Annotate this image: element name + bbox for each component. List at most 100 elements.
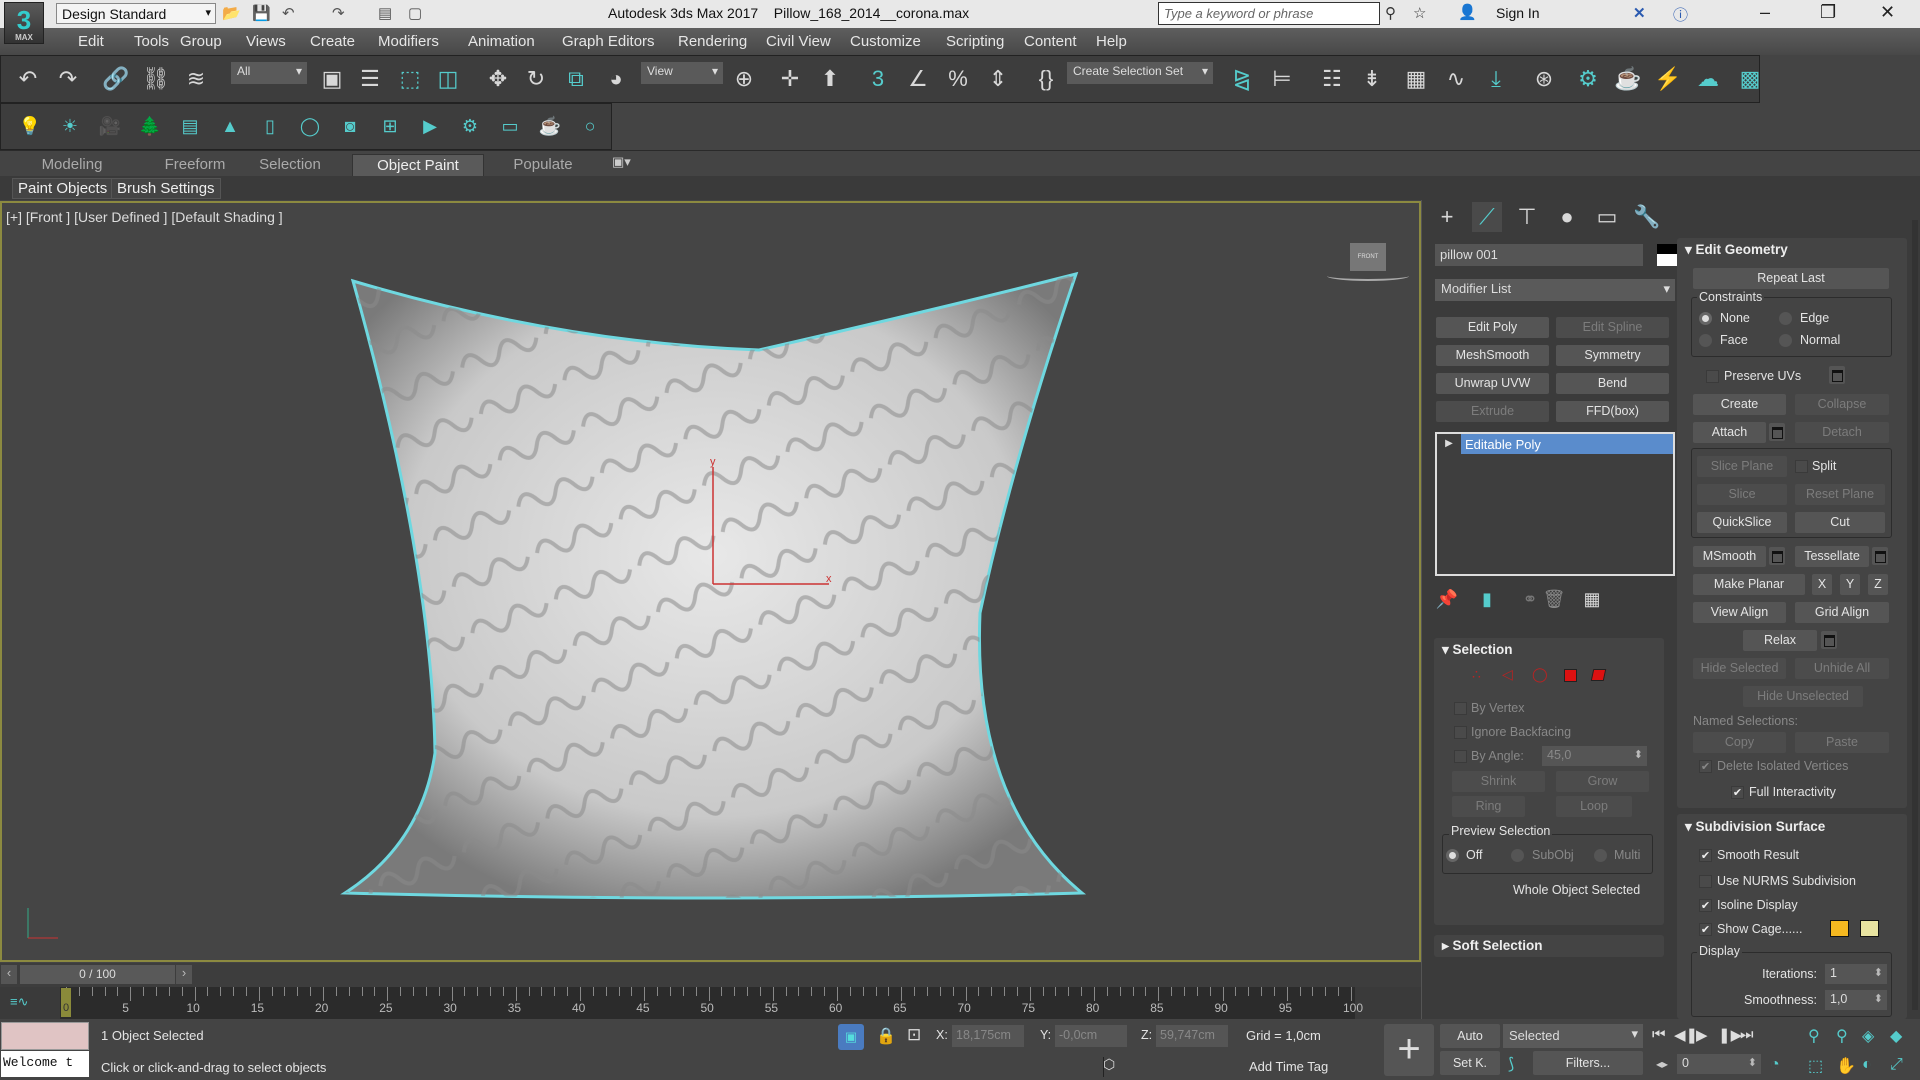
curve-editor-icon[interactable]: ∿ xyxy=(1441,64,1471,94)
previous-frame-button[interactable]: ‹ xyxy=(1,965,17,984)
ribbon-tab-selection[interactable]: Selection xyxy=(230,154,350,177)
make-planar-y-button[interactable]: Y xyxy=(1840,574,1860,595)
lights-icon[interactable]: 💡 xyxy=(15,111,45,141)
polygon-mode-icon[interactable] xyxy=(1564,669,1577,682)
modifier-button-extrude[interactable]: Extrude xyxy=(1436,401,1549,422)
absolute-mode-icon[interactable]: ⊡ xyxy=(907,1025,921,1045)
constraint-edge-radio[interactable] xyxy=(1779,312,1792,325)
selection-lock-toggle-icon[interactable]: ▣ xyxy=(838,1024,864,1050)
collapse-button[interactable]: Collapse xyxy=(1795,394,1889,415)
auto-key-button[interactable]: Auto xyxy=(1440,1024,1500,1048)
spinner-snap-icon[interactable]: ⇕ xyxy=(983,64,1013,94)
next-frame-button[interactable]: › xyxy=(176,965,192,984)
redo-icon[interactable]: ↷ xyxy=(53,64,83,94)
snaps-toggle-icon[interactable]: 3 xyxy=(863,64,893,94)
detach-button[interactable]: Detach xyxy=(1795,422,1889,443)
key-mode-dropdown[interactable]: Selected xyxy=(1503,1024,1643,1048)
time-slider[interactable]: 0 / 100 xyxy=(20,965,175,984)
menu-animation[interactable]: Animation xyxy=(468,33,535,50)
lock-icon[interactable]: 🔒 xyxy=(876,1026,896,1046)
redo-icon[interactable]: ↷ xyxy=(332,4,345,22)
isoline-display-checkbox[interactable]: ✔ xyxy=(1699,899,1712,912)
camera-icon[interactable]: 🎥 xyxy=(95,111,125,141)
hide-selected-button[interactable]: Hide Selected xyxy=(1693,658,1786,679)
move-icon[interactable]: ✥ xyxy=(483,64,513,94)
menu-civil-view[interactable]: Civil View xyxy=(766,33,831,50)
create-tab-icon[interactable]: + xyxy=(1432,202,1462,232)
modifier-button-unwrap-uvw[interactable]: Unwrap UVW xyxy=(1436,373,1549,394)
render-setup-icon[interactable]: ⚙ xyxy=(1573,64,1603,94)
modifier-list-dropdown[interactable]: Modifier List xyxy=(1435,279,1675,301)
repeat-last-button[interactable]: Repeat Last xyxy=(1693,268,1889,289)
bind-space-warp-icon[interactable]: ≋ xyxy=(181,64,211,94)
modifier-button-ffd-box-[interactable]: FFD(box) xyxy=(1556,401,1669,422)
pan-icon[interactable]: ✋ xyxy=(1836,1056,1856,1076)
slice-button[interactable]: Slice xyxy=(1697,484,1787,505)
edge-mode-icon[interactable]: ◁ xyxy=(1502,666,1513,683)
list-icon[interactable]: ▤ xyxy=(175,111,205,141)
time-config-icon[interactable]: ◔ xyxy=(1770,1056,1780,1074)
select-object-icon[interactable]: ▣ xyxy=(317,64,347,94)
hide-unselected-button[interactable]: Hide Unselected xyxy=(1743,686,1863,707)
select-by-name-icon[interactable]: ☰ xyxy=(355,64,385,94)
menu-create[interactable]: Create xyxy=(310,33,355,50)
track-bar[interactable]: ≡∿ 5 10 15 20 25 30 35 40 45 50 55 60 65 70 75 80 85 90 95… xyxy=(0,987,1421,1019)
go-to-start-icon[interactable]: ⏮ xyxy=(1652,1026,1666,1043)
mirror-icon[interactable]: ⧎ xyxy=(1227,64,1257,94)
edit-geometry-header[interactable]: ▾ Edit Geometry xyxy=(1685,242,1788,258)
border-mode-icon[interactable]: ◯ xyxy=(1532,666,1548,683)
named-selection-set-dropdown[interactable]: Create Selection Set xyxy=(1067,62,1213,84)
add-time-tag-button[interactable]: Add Time Tag xyxy=(1249,1059,1328,1074)
by-vertex-checkbox[interactable] xyxy=(1454,702,1467,715)
placement-icon[interactable]: ◕ xyxy=(601,64,631,94)
pin-stack-icon[interactable]: 📌 xyxy=(1432,584,1462,614)
preview-multi-radio[interactable] xyxy=(1594,849,1607,862)
project-icon[interactable]: ▤ xyxy=(378,4,392,22)
subdivision-surface-header[interactable]: ▾ Subdivision Surface xyxy=(1685,819,1825,835)
render-production-icon[interactable]: ⚡ xyxy=(1653,64,1683,94)
window-crossing-icon[interactable]: ◫ xyxy=(433,64,463,94)
zoom-extents-icon[interactable]: ◈ xyxy=(1862,1026,1874,1046)
object-name-field[interactable]: pillow 001 xyxy=(1435,244,1643,266)
display-tab-icon[interactable]: ▭ xyxy=(1592,202,1622,232)
maximize-viewport-icon[interactable]: ⤢ xyxy=(1890,1056,1903,1074)
msmooth-settings-button[interactable] xyxy=(1769,547,1785,565)
rectangular-selection-icon[interactable]: ⬚ xyxy=(395,64,425,94)
viewport-front[interactable]: [+] [Front ] [User Defined ] [Default Sh… xyxy=(0,201,1421,962)
loop-button[interactable]: Loop xyxy=(1556,796,1632,817)
star-icon[interactable]: ☆ xyxy=(1413,4,1426,22)
current-frame-marker[interactable]: 0 xyxy=(61,988,71,1017)
copy-button[interactable]: Copy xyxy=(1693,732,1786,753)
timeline-ruler[interactable]: 5 10 15 20 25 30 35 40 45 50 55 60 65 70 75 80 85 90 95 100… xyxy=(60,987,1363,1019)
menu-content[interactable]: Content xyxy=(1024,33,1077,50)
scale-icon[interactable]: ⧉ xyxy=(561,64,591,94)
create-button[interactable]: Create xyxy=(1693,394,1786,415)
command-panel-scrollbar[interactable] xyxy=(1912,220,1918,1010)
constraint-none-radio[interactable] xyxy=(1699,312,1712,325)
show-cage-checkbox[interactable]: ✔ xyxy=(1699,923,1712,936)
use-nurms-checkbox[interactable] xyxy=(1699,875,1712,888)
view-align-button[interactable]: View Align xyxy=(1693,602,1786,623)
motion-tab-icon[interactable]: ● xyxy=(1552,202,1582,232)
foliage-icon[interactable]: ▯ xyxy=(255,111,285,141)
undo-icon[interactable]: ↶ xyxy=(282,4,295,22)
keyboard-shortcut-icon[interactable]: ⬆ xyxy=(815,64,845,94)
make-planar-button[interactable]: Make Planar xyxy=(1693,574,1805,595)
object-color-swatch[interactable] xyxy=(1657,244,1677,266)
by-angle-checkbox[interactable] xyxy=(1454,750,1467,763)
cage-color-swatch-2[interactable] xyxy=(1860,920,1879,937)
zoom-extents-all-icon[interactable]: ◆ xyxy=(1890,1026,1902,1046)
cage-color-swatch-1[interactable] xyxy=(1830,920,1849,937)
trees-icon[interactable]: 🌲 xyxy=(135,111,165,141)
soft-selection-header[interactable]: ▸ Soft Selection xyxy=(1442,938,1543,954)
zoom-icon[interactable]: ⚲ xyxy=(1808,1026,1820,1046)
key-mode-toggle-icon[interactable]: ◂▸ xyxy=(1656,1057,1668,1071)
pillow-object[interactable]: y x xyxy=(2,203,1419,960)
modifier-button-edit-poly[interactable]: Edit Poly xyxy=(1436,317,1549,338)
teapot-icon[interactable]: ☕ xyxy=(535,111,565,141)
material-icon[interactable]: ◙ xyxy=(335,111,365,141)
pivot-center-icon[interactable]: ⊕ xyxy=(729,64,759,94)
binoculars-icon[interactable]: ⚲ xyxy=(1385,4,1396,22)
reset-plane-button[interactable]: Reset Plane xyxy=(1795,484,1885,505)
split-checkbox[interactable] xyxy=(1795,460,1808,473)
